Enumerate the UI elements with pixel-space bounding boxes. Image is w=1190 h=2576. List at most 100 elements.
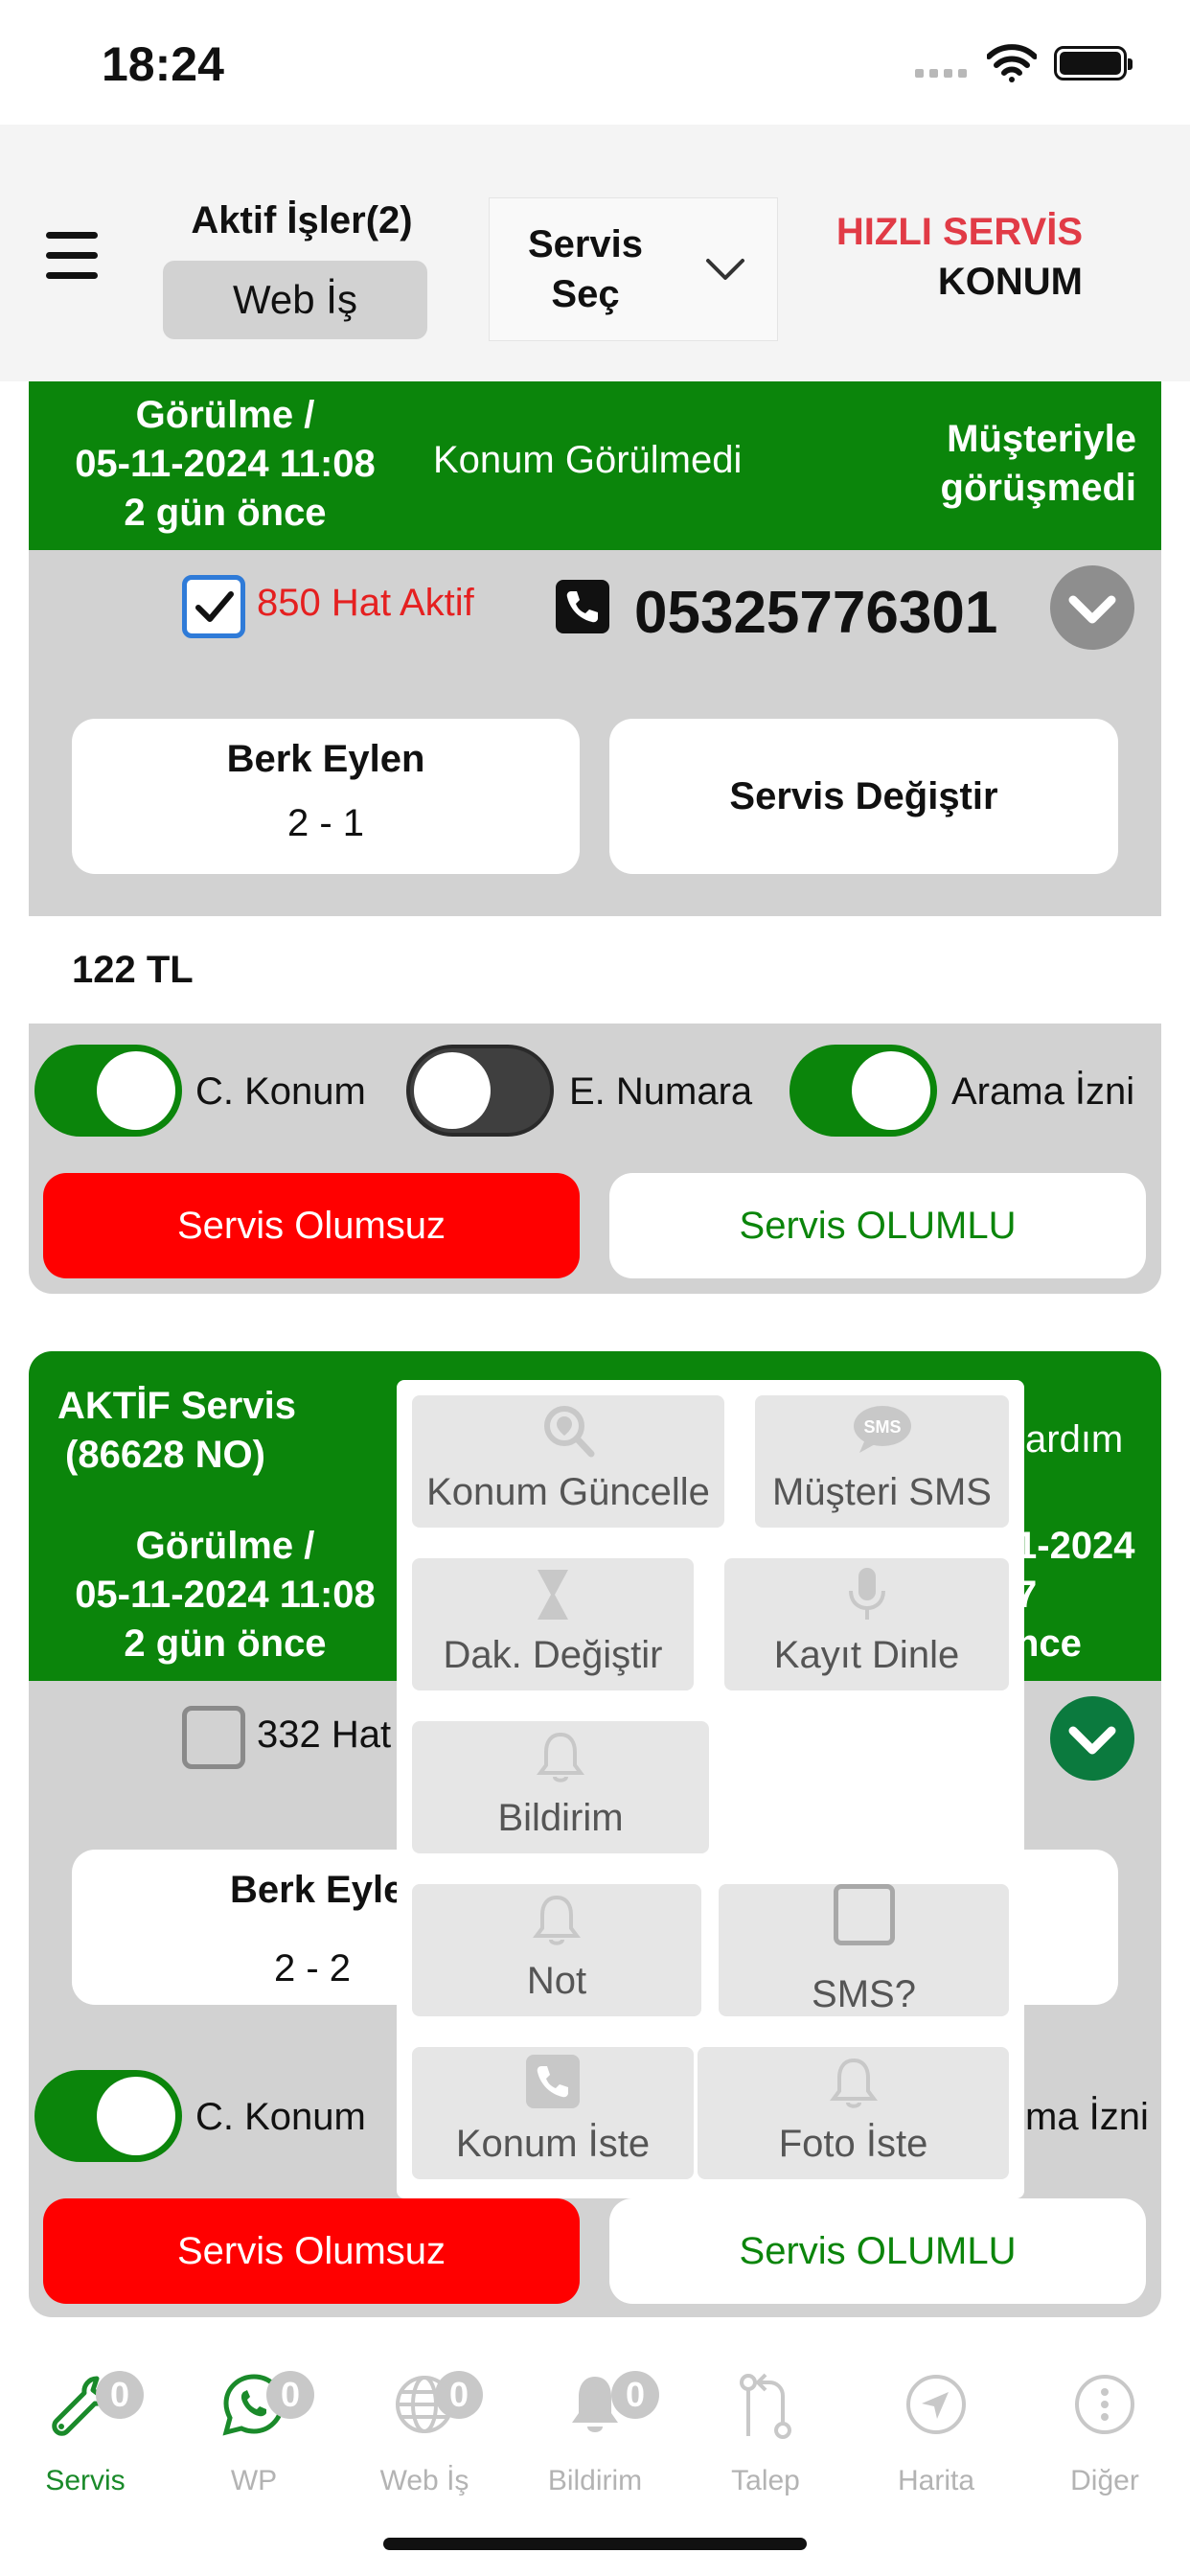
- card1-c-konum-label: C. Konum: [195, 1070, 366, 1113]
- card2-c-konum-label: C. Konum: [195, 2096, 366, 2138]
- card2-right-r1: 1-2024: [1016, 1525, 1135, 1567]
- bell-icon: [829, 2058, 878, 2108]
- phone-icon: [526, 2055, 580, 2108]
- nav-wp-label: WP: [230, 2465, 278, 2496]
- card1-contact-line1: Müşteriyle: [947, 418, 1136, 460]
- card1-arama-izni-label: Arama İzni: [951, 1070, 1135, 1113]
- card1-service-positive-button[interactable]: Servis OLUMLU: [609, 1173, 1146, 1278]
- card2-arama-izni-label: ma İzni: [1025, 2096, 1149, 2138]
- card1-expand-button[interactable]: [1050, 565, 1134, 650]
- bell-icon: [537, 1732, 584, 1782]
- card1-phone-number[interactable]: 05325776301: [634, 579, 997, 647]
- card1-arama-izni-toggle[interactable]: [790, 1045, 937, 1137]
- action-popup-menu: Konum Güncelle SMS Müşteri SMS Dak. Deği…: [397, 1380, 1024, 2198]
- card2-title-line2: (86628 NO): [65, 1434, 265, 1476]
- kayit-dinle-label: Kayıt Dinle: [773, 1634, 960, 1676]
- wifi-icon: [987, 44, 1037, 82]
- battery-icon: [1054, 46, 1133, 80]
- nav-servis-label: Servis: [45, 2465, 126, 2496]
- checkbox-icon[interactable]: [833, 1884, 895, 1945]
- dak-degistir-button[interactable]: Dak. Değiştir: [412, 1558, 694, 1690]
- location-search-icon: [544, 1406, 595, 1458]
- card2-c-konum-toggle[interactable]: [34, 2070, 182, 2162]
- sms-question-label: SMS?: [812, 1973, 916, 2015]
- chevron-down-icon: [1068, 595, 1116, 624]
- home-indicator: [383, 2538, 807, 2550]
- sms-icon: SMS: [853, 1406, 911, 1453]
- quick-service-label: HIZLI SERVİS: [835, 211, 1083, 253]
- foto-iste-button[interactable]: Foto İste: [698, 2047, 1009, 2179]
- not-label: Not: [526, 1960, 587, 2002]
- card2-expand-button[interactable]: [1050, 1696, 1134, 1781]
- card2-service-negative-button[interactable]: Servis Olumsuz: [43, 2198, 580, 2304]
- konum-guncelle-label: Konum Güncelle: [426, 1471, 710, 1513]
- pull-request-icon: [740, 2373, 791, 2439]
- nav-bildirim-label: Bildirim: [547, 2465, 643, 2496]
- not-button[interactable]: Not: [412, 1884, 701, 2016]
- menu-icon[interactable]: [46, 232, 98, 292]
- service-select-label-2: Seç: [551, 273, 620, 315]
- chevron-down-icon: [706, 259, 744, 280]
- phone-icon[interactable]: [556, 580, 609, 633]
- card2-right-r2: 7: [1016, 1574, 1038, 1616]
- card2-seen-ago: 2 gün önce: [124, 1622, 327, 1665]
- kayit-dinle-button[interactable]: Kayıt Dinle: [724, 1558, 1009, 1690]
- konum-guncelle-button[interactable]: Konum Güncelle: [412, 1395, 724, 1528]
- change-service-button[interactable]: Servis Değiştir: [609, 719, 1118, 874]
- web-is-badge: 0: [435, 2371, 483, 2419]
- service-select-label-1: Servis: [527, 223, 644, 265]
- card1-c-konum-toggle[interactable]: [34, 1045, 182, 1137]
- quick-service-location[interactable]: HIZLI SERVİS KONUM: [805, 207, 1083, 307]
- sms-icon-text: SMS: [863, 1417, 901, 1437]
- card1-seen-label: Görülme /: [135, 394, 315, 436]
- card1-e-numara-label: E. Numara: [569, 1070, 753, 1113]
- foto-iste-label: Foto İste: [778, 2123, 928, 2165]
- nav-web-is-label: Web İş: [379, 2465, 469, 2496]
- cellular-signal-icon: [915, 69, 967, 78]
- card1-line-label: 850 Hat Aktif: [257, 582, 474, 624]
- web-is-button[interactable]: Web İş: [163, 261, 427, 339]
- dak-degistir-label: Dak. Değiştir: [443, 1634, 663, 1676]
- konum-iste-label: Konum İste: [455, 2123, 651, 2165]
- nav-talep-label: Talep: [731, 2465, 800, 2496]
- card2-seen-date: 05-11-2024 11:08: [75, 1574, 376, 1616]
- nav-diger-label: Diğer: [1070, 2465, 1139, 2496]
- active-jobs-label: Aktif İşler(2): [191, 199, 413, 242]
- card1-contact-line2: görüşmedi: [940, 467, 1136, 509]
- status-time: 18:24: [102, 37, 224, 91]
- card2-seen-label: Görülme /: [135, 1525, 315, 1567]
- musteri-sms-button[interactable]: SMS Müşteri SMS: [755, 1395, 1009, 1528]
- card2-title: AKTİF Servis (86628 NO): [57, 1382, 296, 1480]
- card1-line-checkbox[interactable]: [182, 575, 245, 638]
- servis-badge: 0: [96, 2371, 144, 2419]
- bildirim-label: Bildirim: [497, 1797, 624, 1839]
- card1-seen-ago: 2 gün önce: [124, 492, 327, 534]
- bildirim-badge: 0: [611, 2371, 659, 2419]
- card2-service-positive-button[interactable]: Servis OLUMLU: [609, 2198, 1146, 2304]
- konum-iste-button[interactable]: Konum İste: [412, 2047, 694, 2179]
- card1-location-status: Konum Görülmedi: [433, 439, 743, 481]
- service-select-dropdown[interactable]: Servis Seç: [489, 197, 778, 341]
- card1-price: 122 TL: [72, 949, 194, 991]
- card1-contact-status: Müşteriyle görüşmedi: [862, 415, 1136, 513]
- card2-title-line1: AKTİF Servis: [57, 1385, 296, 1427]
- card1-service-negative-button[interactable]: Servis Olumsuz: [43, 1173, 580, 1278]
- card2-customer-sub: 2 - 2: [274, 1947, 352, 1990]
- card1-e-numara-toggle[interactable]: [406, 1045, 554, 1137]
- wp-badge: 0: [266, 2371, 314, 2419]
- card2-right-top: ardım: [1025, 1418, 1124, 1460]
- more-icon: [1075, 2375, 1134, 2434]
- location-label: KONUM: [937, 261, 1083, 303]
- sms-question-button[interactable]: SMS?: [719, 1884, 1009, 2016]
- card1-customer-box[interactable]: Berk Eylen 2 - 1: [72, 719, 580, 874]
- card2-seen-info: Görülme / 05-11-2024 11:08 2 gün önce: [38, 1522, 412, 1668]
- nav-harita-label: Harita: [897, 2465, 975, 2496]
- musteri-sms-label: Müşteri SMS: [772, 1471, 992, 1513]
- card2-line-checkbox[interactable]: [182, 1706, 245, 1769]
- bildirim-button[interactable]: Bildirim: [412, 1721, 709, 1853]
- chevron-down-icon: [1068, 1726, 1116, 1755]
- card1-seen-info: Görülme / 05-11-2024 11:08 2 gün önce: [38, 391, 412, 538]
- microphone-icon: [848, 1568, 885, 1620]
- card2-right-info: 1-2024 7 nce: [1016, 1522, 1135, 1668]
- checkmark-icon: [195, 591, 234, 622]
